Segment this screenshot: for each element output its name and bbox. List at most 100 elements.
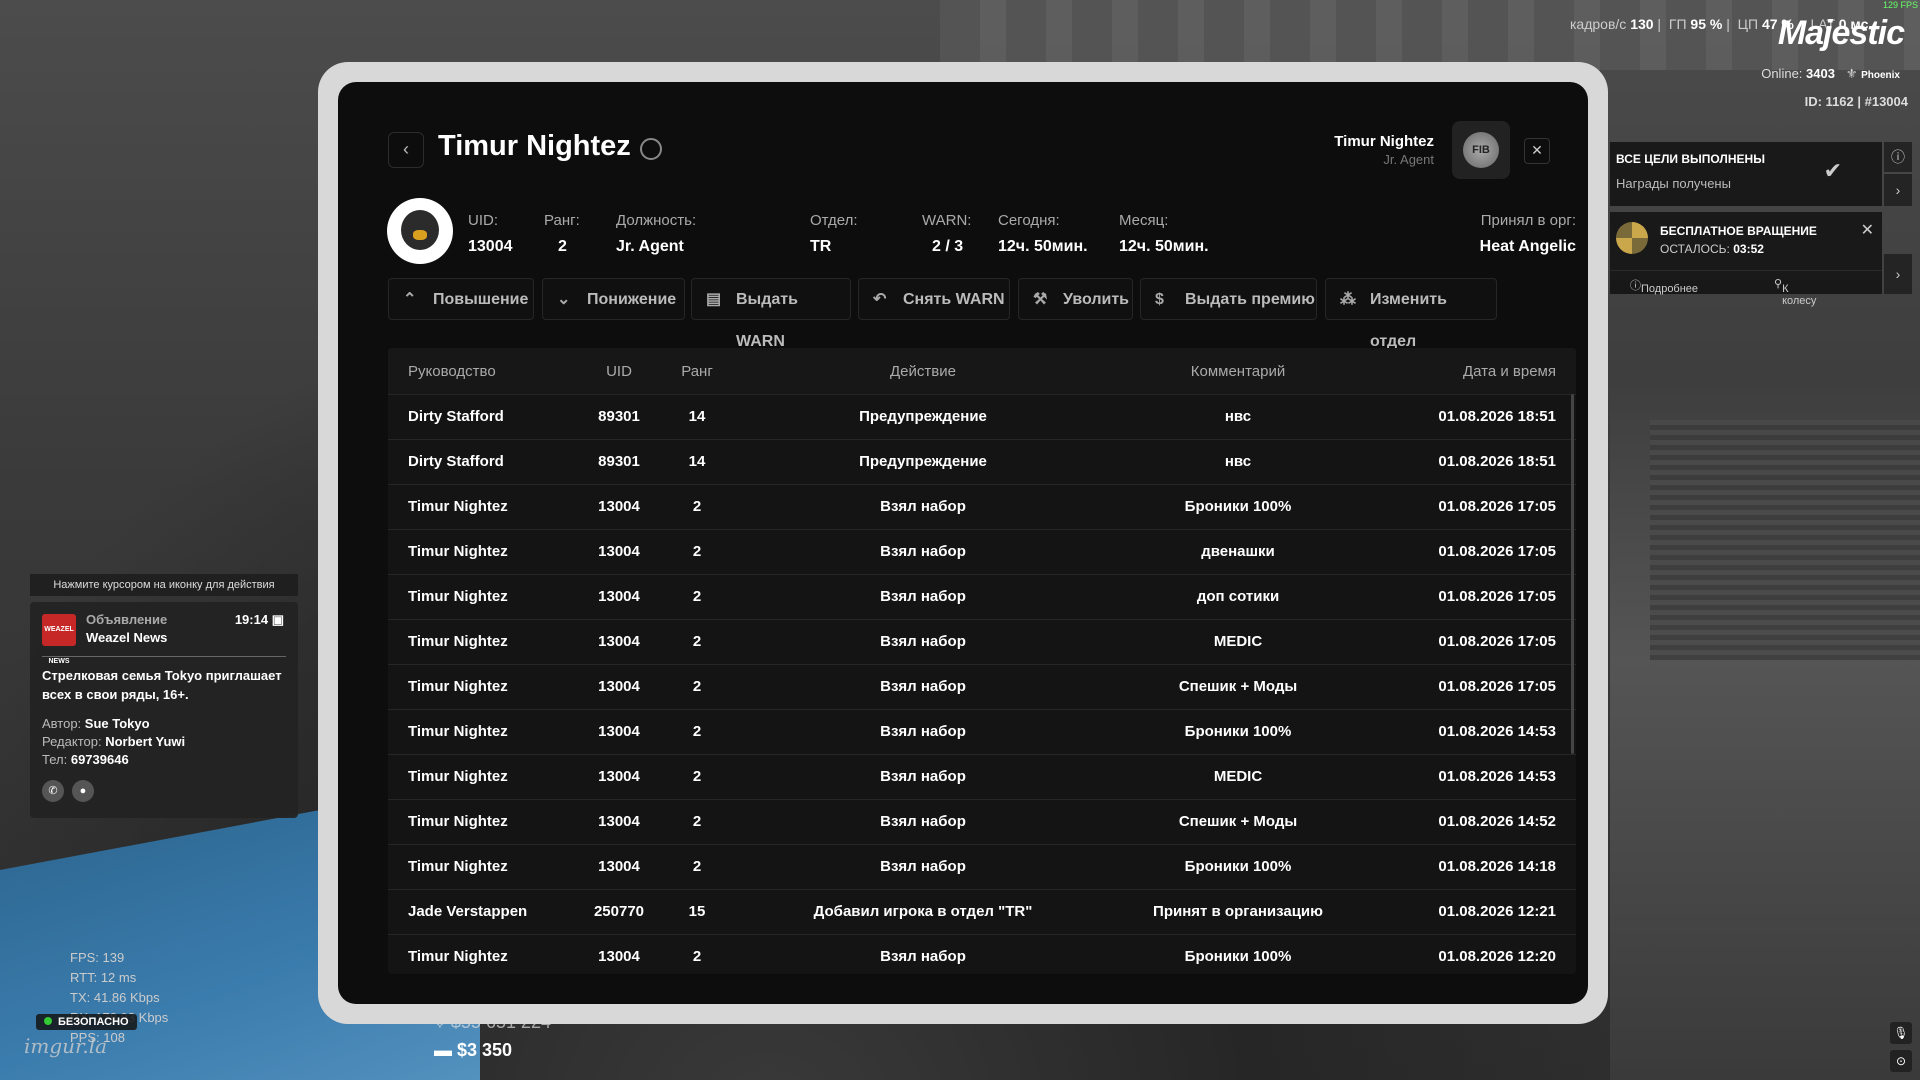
cell-comment: нвс (1224, 453, 1252, 470)
cell-rank: 2 (692, 948, 702, 965)
table-row: Dirty Stafford 89301 14 Предупреждение нвс 01… (388, 394, 1576, 440)
info-icon[interactable]: ⓘ (1884, 142, 1912, 172)
remove-warn-label: Снять WARN (903, 291, 1005, 308)
header-rank: Ранг (681, 363, 713, 380)
weazel-news-logo: WEAZEL NEWS (42, 614, 76, 665)
phone-icon[interactable]: ✆ (42, 780, 64, 802)
remove-warn-button[interactable]: ↶ Снять WARN (858, 278, 1010, 320)
chat-icon[interactable]: ● (72, 780, 94, 802)
header-comment: Комментарий (1190, 363, 1286, 380)
close-icon[interactable]: ✕ (1861, 220, 1874, 240)
promote-button[interactable]: ⌃ Повышение (388, 278, 534, 320)
settings-icon[interactable]: ⊙ (1890, 1050, 1912, 1072)
table-row: Timur Nightez 13004 2 Взял набор MEDIC 01.08.… (388, 754, 1576, 800)
cell-comment: нвс (1224, 408, 1252, 425)
notification-time-value: 19:14 (234, 612, 269, 627)
cell-action: Взял набор (880, 498, 966, 515)
goals-card[interactable]: ВСЕ ЦЕЛИ ВЫПОЛНЕНЫ Награды получены ✔ (1610, 142, 1882, 206)
field-position: Должность: Jr. Agent (616, 212, 696, 256)
cell-uid: 13004 (598, 768, 640, 785)
demote-button[interactable]: ⌄ Понижение (542, 278, 685, 320)
close-button[interactable]: ✕ (1524, 138, 1550, 164)
field-hired-by: Принял в орг: Heat Angelic (1428, 212, 1576, 256)
field-warn-label: WARN: (922, 212, 972, 229)
cell-action: Добавил игрока в отдел "TR" (813, 903, 1033, 920)
issue-warn-label: Выдать WARN (736, 291, 798, 350)
user-icon (640, 138, 662, 160)
change-department-label: Изменить отдел (1370, 291, 1447, 350)
field-month: Месяц: 12ч. 50мин. (1119, 212, 1209, 256)
phone-label: Тел: (42, 752, 68, 767)
cell-action: Предупреждение (859, 408, 987, 425)
issue-warn-button[interactable]: ▤ Выдать WARN (691, 278, 851, 350)
cell-datetime: 01.08.2026 17:05 (1438, 543, 1556, 560)
notification-hint: Нажмите курсором на иконку для действия (30, 574, 298, 596)
table-row: Timur Nightez 13004 2 Взял набор двенашки 01.… (388, 529, 1576, 575)
wheel-link[interactable]: ⚲ К колесу (1774, 277, 1816, 307)
cell-manager: Timur Nightez (408, 768, 508, 785)
microphone-icon[interactable]: 🎙 (1890, 1022, 1912, 1044)
cell-comment: Броники 100% (1184, 498, 1292, 515)
spin-title: БЕСПЛАТНОЕ ВРАЩЕНИЕ (1660, 224, 1817, 238)
network-stats: FPS: 139 RTT: 12 ms TX: 41.86 Kbps RX: 1… (70, 948, 168, 1048)
warn-icon: ▤ (706, 291, 722, 308)
watermark: imgur.la (24, 1034, 108, 1058)
cell-datetime: 01.08.2026 18:51 (1438, 408, 1556, 425)
online-label: Online: (1761, 66, 1803, 81)
cell-manager: Timur Nightez (408, 723, 508, 740)
cell-comment: Броники 100% (1184, 948, 1292, 965)
org-logo: FIB (1452, 121, 1510, 179)
free-spin-card[interactable]: БЕСПЛАТНОЕ ВРАЩЕНИЕ ОСТАЛОСЬ: 03:52 ✕ ⓘ … (1610, 212, 1882, 307)
bank-amount: ▬ $3 350 (434, 1040, 513, 1060)
fire-button[interactable]: ⚒ Уволить (1018, 278, 1133, 320)
change-department-button[interactable]: ⁂ Изменить отдел (1325, 278, 1497, 350)
cell-uid: 13004 (598, 723, 640, 740)
spin-remaining-value: 03:52 (1733, 242, 1764, 256)
fib-badge-icon: FIB (1463, 132, 1499, 168)
cell-rank: 2 (692, 858, 702, 875)
cell-action: Взял набор (880, 813, 966, 830)
field-uid: UID: 13004 (468, 212, 513, 256)
cell-datetime: 01.08.2026 12:20 (1438, 948, 1556, 965)
field-department: Отдел: TR (810, 212, 858, 256)
cell-uid: 89301 (598, 408, 640, 425)
cell-comment: Спешик + Моды (1178, 678, 1298, 695)
chevron-right-icon[interactable]: › (1884, 174, 1912, 206)
cell-rank: 2 (692, 588, 702, 605)
field-rank: Ранг: 2 (544, 212, 580, 256)
cell-datetime: 01.08.2026 18:51 (1438, 453, 1556, 470)
cell-uid: 13004 (598, 858, 640, 875)
gpu-label: ГП (1668, 16, 1687, 32)
gpu-value: 95 % (1690, 16, 1723, 32)
cell-uid: 13004 (598, 948, 640, 965)
scrollbar[interactable] (1571, 394, 1574, 754)
give-bonus-button[interactable]: $ Выдать премию (1140, 278, 1317, 320)
cell-datetime: 01.08.2026 14:52 (1438, 813, 1556, 830)
cell-action: Взял набор (880, 633, 966, 650)
goals-title: ВСЕ ЦЕЛИ ВЫПОЛНЕНЫ (1616, 152, 1765, 166)
cell-manager: Dirty Stafford (408, 453, 504, 470)
cell-action: Взял набор (880, 588, 966, 605)
back-button[interactable]: ‹ (388, 132, 424, 168)
cell-datetime: 01.08.2026 17:05 (1438, 678, 1556, 695)
fps-value: 130 (1630, 16, 1654, 32)
cpu-label: ЦП (1737, 16, 1759, 32)
cell-datetime: 01.08.2026 17:05 (1438, 588, 1556, 605)
field-uid-value: 13004 (468, 238, 513, 255)
background-grate (1650, 420, 1920, 660)
more-link[interactable]: ⓘ Подробнее (1630, 277, 1698, 295)
table-row: Timur Nightez 13004 2 Взял набор Броники 100… (388, 844, 1576, 890)
safe-zone-badge: БЕЗОПАСНО (36, 1014, 137, 1030)
cell-rank: 15 (688, 903, 706, 920)
status-dot-icon (44, 1017, 52, 1025)
chevron-right-icon[interactable]: › (1884, 254, 1912, 294)
table-row: Timur Nightez 13004 2 Взял набор Броники 100… (388, 484, 1576, 530)
cell-datetime: 01.08.2026 14:53 (1438, 768, 1556, 785)
message-icon: ▣ (271, 612, 284, 627)
give-bonus-label: Выдать премию (1185, 291, 1315, 308)
player-id: ID: 1162 | #13004 (1804, 94, 1908, 109)
wheel-icon (1616, 222, 1648, 254)
cell-comment: MEDIC (1213, 768, 1263, 785)
field-today: Сегодня: 12ч. 50мин. (998, 212, 1088, 256)
field-today-label: Сегодня: (998, 212, 1060, 229)
